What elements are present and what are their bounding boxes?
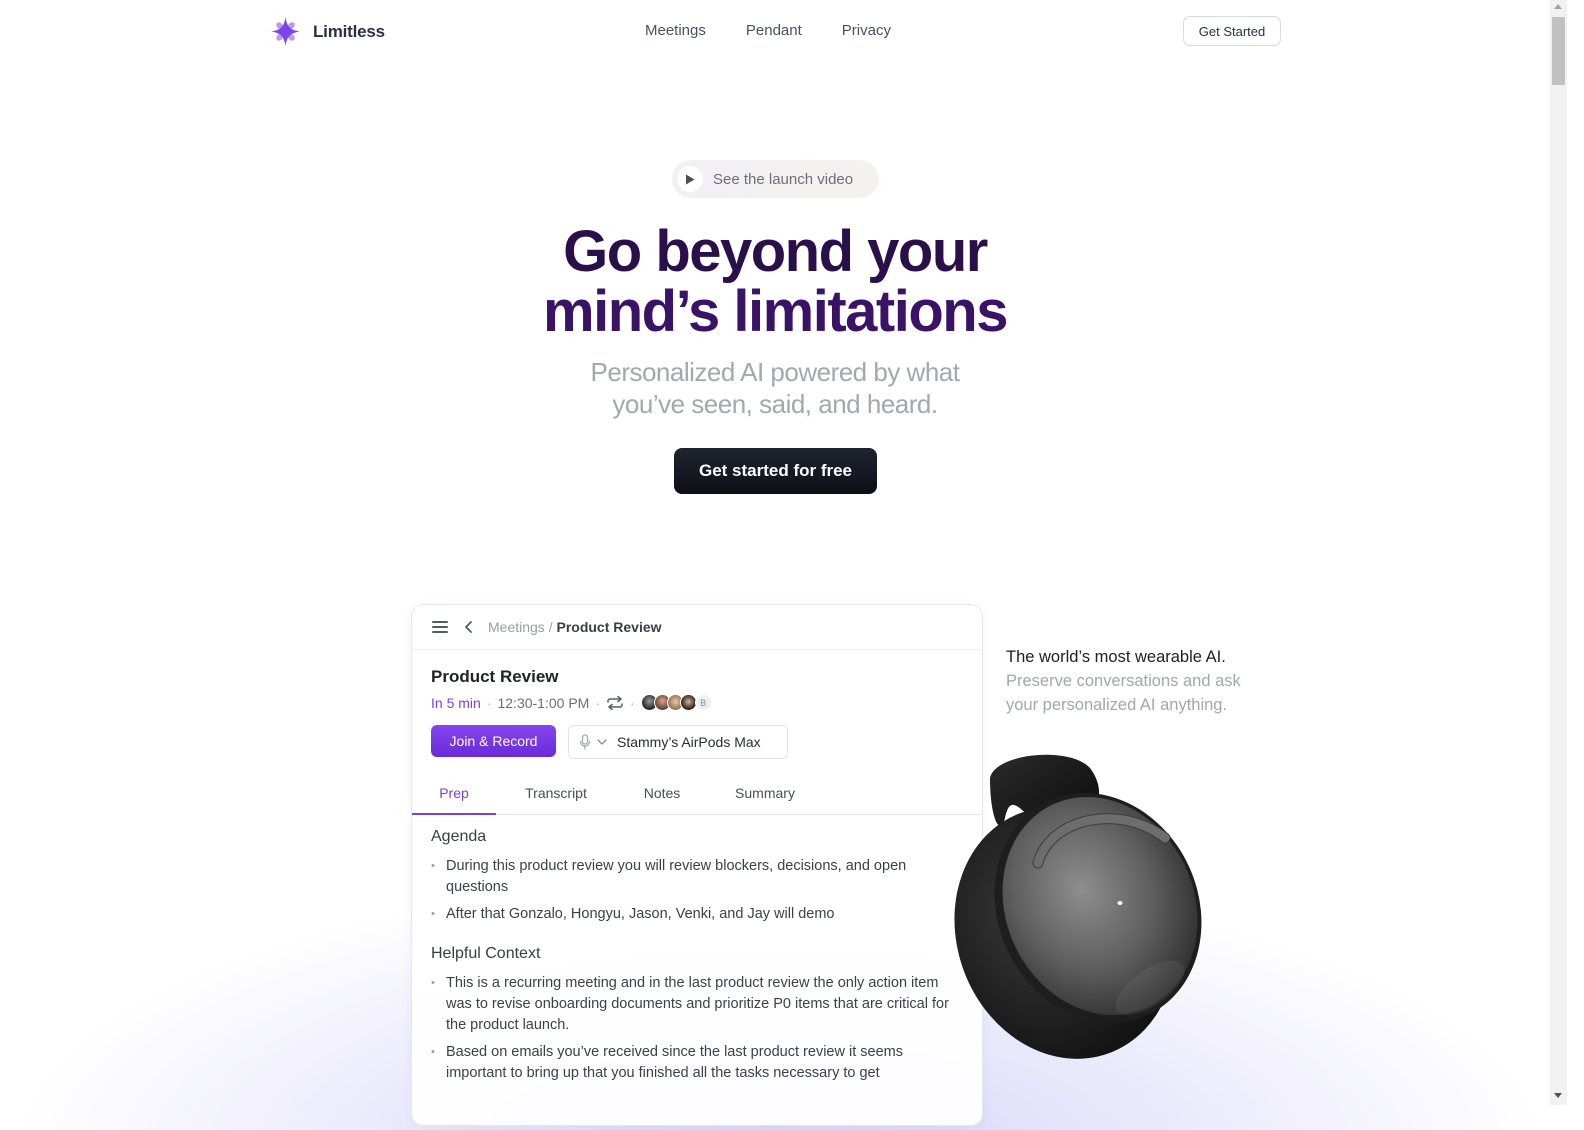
play-button-circle — [677, 166, 703, 192]
meta-separator: · — [630, 694, 635, 711]
meeting-meta: In 5 min · 12:30-1:00 PM · · B — [431, 694, 712, 711]
nav-links: Meetings Pendant Privacy — [645, 22, 891, 39]
agenda-item: During this product review you will revi… — [431, 856, 966, 898]
meeting-starts-in: In 5 min — [431, 694, 481, 711]
context-item: This is a recurring meeting and in the l… — [431, 973, 966, 1036]
hamburger-menu-icon[interactable] — [432, 621, 448, 633]
play-icon — [686, 174, 695, 184]
tab-prep[interactable]: Prep — [412, 772, 496, 815]
app-top-bar: Meetings / Product Review — [412, 605, 982, 650]
chevron-left-icon[interactable] — [462, 620, 476, 634]
scrollbar-thumb[interactable] — [1552, 17, 1565, 85]
meeting-title: Product Review — [431, 667, 559, 686]
top-nav: Limitless Meetings Pendant Privacy Get S… — [0, 0, 1550, 62]
brand-name: Limitless — [313, 21, 385, 41]
headline-line-2: mind’s limitations — [543, 279, 1008, 344]
microphone-icon — [579, 734, 591, 750]
tab-transcript[interactable]: Transcript — [496, 772, 616, 814]
launch-video-label: See the launch video — [713, 170, 854, 188]
agenda-item: After that Gonzalo, Hongyu, Jason, Venki… — [431, 904, 966, 925]
nav-link-privacy[interactable]: Privacy — [842, 22, 891, 39]
meeting-tabs: Prep Transcript Notes Summary — [412, 772, 982, 815]
get-started-free-button[interactable]: Get started for free — [674, 448, 877, 494]
attendee-avatars[interactable]: B — [640, 694, 712, 711]
tagline-main: The world’s most wearable AI. — [1006, 648, 1226, 666]
tab-summary[interactable]: Summary — [708, 772, 822, 814]
tab-notes[interactable]: Notes — [616, 772, 708, 814]
recurring-icon — [607, 695, 623, 710]
prep-content: Agenda During this product review you wi… — [431, 825, 966, 1098]
nav-link-pendant[interactable]: Pendant — [746, 22, 802, 39]
helpful-context-heading: Helpful Context — [431, 945, 541, 962]
breadcrumb-separator: / — [548, 619, 553, 635]
context-item: Based on emails you’ve received since th… — [431, 1042, 966, 1084]
meeting-app-preview: Meetings / Product Review Product Review… — [411, 604, 983, 1126]
scroll-down-arrow-icon[interactable] — [1554, 1093, 1562, 1098]
audio-device-label: Stammy’s AirPods Max — [617, 734, 761, 750]
nav-link-meetings[interactable]: Meetings — [645, 22, 706, 39]
agenda-heading: Agenda — [431, 828, 487, 845]
headline-line-1: Go beyond your — [563, 219, 988, 284]
pendant-tagline: The world’s most wearable AI. Preserve c… — [1006, 645, 1276, 717]
brand-logo-link[interactable]: Limitless — [270, 16, 385, 47]
attendee-avatar-initial: B — [694, 694, 712, 711]
limitless-logo-icon — [270, 16, 301, 47]
helpful-context-list: This is a recurring meeting and in the l… — [431, 973, 966, 1084]
hero-subheading: Personalized AI powered by what you’ve s… — [0, 356, 1550, 420]
page-scrollbar[interactable] — [1550, 0, 1567, 1105]
meta-separator: · — [486, 694, 492, 711]
hero-headline: Go beyond your mind’s limitations — [0, 222, 1550, 342]
get-started-button[interactable]: Get Started — [1183, 16, 1281, 46]
breadcrumb-current: Product Review — [556, 619, 662, 635]
scroll-up-arrow-icon[interactable] — [1554, 4, 1562, 9]
agenda-list: During this product review you will revi… — [431, 856, 966, 925]
join-and-record-button[interactable]: Join & Record — [431, 725, 556, 757]
breadcrumb-meetings[interactable]: Meetings — [488, 619, 545, 635]
tagline-sub: Preserve conversations and ask your pers… — [1006, 672, 1241, 714]
subhead-line-2: you’ve seen, said, and heard. — [612, 389, 938, 419]
chevron-down-icon — [597, 739, 607, 745]
breadcrumb: Meetings / Product Review — [488, 619, 662, 635]
launch-video-button[interactable]: See the launch video — [672, 160, 879, 198]
meeting-time: 12:30-1:00 PM — [497, 694, 590, 711]
audio-device-select[interactable]: Stammy’s AirPods Max — [568, 725, 788, 759]
pendant-device-image — [954, 754, 1202, 1059]
subhead-line-1: Personalized AI powered by what — [590, 357, 960, 387]
meta-separator: · — [595, 694, 600, 711]
